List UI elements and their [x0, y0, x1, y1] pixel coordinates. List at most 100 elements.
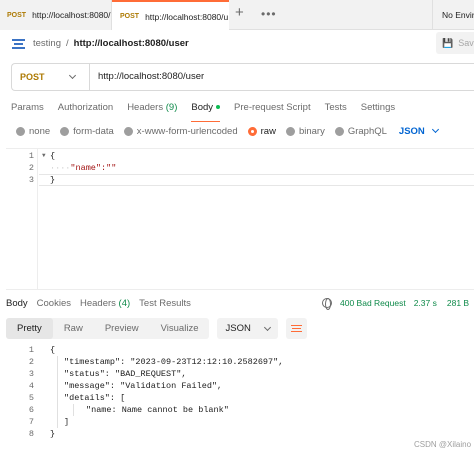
- radio-label: none: [29, 125, 51, 137]
- line-number: 6: [28, 405, 34, 415]
- code-line: "timestamp": "2023-09-23T12:12:10.258269…: [64, 357, 284, 367]
- radio-form-data[interactable]: form-data: [60, 126, 114, 137]
- method-selector[interactable]: POST: [12, 64, 90, 90]
- line-number: 3: [28, 175, 34, 185]
- url-input[interactable]: [98, 64, 458, 90]
- tab-headers[interactable]: Headers (9): [127, 96, 177, 118]
- response-tabs: Body Cookies Headers (4) Test Results: [6, 296, 200, 310]
- line-number-gutter: 1 2 3 4 5 6 7 8: [6, 344, 38, 439]
- pane-divider[interactable]: [6, 289, 474, 290]
- response-tab-headers-count: (4): [118, 297, 131, 309]
- view-pretty[interactable]: Pretty: [6, 318, 53, 339]
- globe-icon[interactable]: [322, 298, 332, 310]
- response-tab-test-results[interactable]: Test Results: [139, 298, 191, 309]
- response-body-viewer[interactable]: 1 2 3 4 5 6 7 8 { "timestamp": "2023-09-…: [6, 344, 474, 439]
- response-meta: 400 Bad Request 2.37 s 281 B: [322, 296, 469, 310]
- tab-tests[interactable]: Tests: [325, 96, 347, 118]
- radio-icon: [334, 126, 344, 136]
- response-format-label: JSON: [225, 323, 251, 334]
- body-format-label: JSON: [398, 125, 425, 137]
- tab-authorization[interactable]: Authorization: [58, 96, 113, 118]
- chevron-down-icon: [68, 71, 77, 80]
- request-body-editor[interactable]: 1 2 3 ▼ { ····"name":"" }: [6, 148, 474, 289]
- code-line: "details": [: [64, 393, 126, 403]
- line-number: 2: [28, 357, 34, 367]
- tab-settings[interactable]: Settings: [361, 96, 395, 118]
- tab-url-label: http://localhost:8080/u: [145, 11, 229, 22]
- watermark: CSDN @Xilaino: [414, 440, 472, 449]
- code-line: {: [50, 151, 56, 161]
- chevron-down-icon: [263, 323, 271, 331]
- view-raw[interactable]: Raw: [53, 318, 94, 339]
- method-label: POST: [20, 72, 45, 82]
- radio-binary[interactable]: binary: [285, 125, 325, 137]
- code-line: ]: [64, 417, 70, 427]
- code-line: }: [50, 429, 56, 439]
- body-format-selector[interactable]: JSON: [398, 125, 439, 137]
- code-line: "name: Name cannot be blank": [86, 405, 229, 415]
- line-number: 3: [28, 369, 34, 379]
- tab-pre-request-script[interactable]: Pre-request Script: [234, 96, 311, 118]
- current-line-highlight: [39, 174, 474, 186]
- line-number: 1: [28, 151, 34, 161]
- fold-arrow-icon[interactable]: ▼: [42, 152, 46, 159]
- url-bar: POST: [11, 63, 474, 91]
- tab-body[interactable]: Body: [191, 96, 221, 122]
- breadcrumb: testing / http://localhost:8080/user: [12, 35, 189, 51]
- view-preview[interactable]: Preview: [94, 318, 150, 339]
- environment-selector[interactable]: No Enviro: [432, 0, 474, 30]
- breadcrumb-collection[interactable]: testing: [33, 38, 61, 49]
- radio-icon: [247, 126, 257, 136]
- code-line: "status": "BAD_REQUEST",: [64, 369, 187, 379]
- response-size[interactable]: 281 B: [447, 298, 469, 308]
- chevron-down-icon: [431, 125, 439, 134]
- radio-graphql[interactable]: GraphQL: [334, 125, 387, 137]
- response-toolbar: Pretty Raw Preview Visualize JSON: [6, 318, 307, 339]
- line-number: 7: [28, 417, 34, 427]
- line-number-gutter: 1 2 3: [6, 149, 38, 289]
- radio-label: x-www-form-urlencoded: [136, 125, 238, 137]
- view-mode-segmented: Pretty Raw Preview Visualize: [6, 318, 210, 339]
- code-text: "name":"": [70, 163, 117, 173]
- radio-none[interactable]: none: [16, 126, 50, 137]
- wrap-lines-icon[interactable]: [285, 318, 307, 339]
- tab-params[interactable]: Params: [11, 96, 44, 118]
- request-tab[interactable]: POST http://localhost:8080/u: [0, 0, 112, 30]
- body-indicator-dot: [216, 105, 221, 109]
- http-request-icon: [12, 38, 25, 49]
- response-tab-headers-label: Headers: [79, 297, 116, 309]
- radio-icon: [60, 126, 70, 136]
- view-visualize[interactable]: Visualize: [150, 318, 210, 339]
- radio-icon: [123, 126, 133, 136]
- breadcrumb-separator: /: [66, 37, 69, 49]
- response-tab-cookies[interactable]: Cookies: [37, 298, 71, 309]
- tab-method-label: POST: [120, 13, 140, 20]
- line-number: 2: [28, 163, 34, 173]
- response-format-selector[interactable]: JSON: [217, 318, 278, 339]
- radio-label: binary: [298, 125, 325, 137]
- breadcrumb-request[interactable]: http://localhost:8080/user: [74, 38, 189, 49]
- response-time[interactable]: 2.37 s: [414, 298, 437, 308]
- body-type-radios: none form-data x-www-form-urlencoded raw…: [16, 123, 439, 139]
- code-line: "message": "Validation Failed",: [64, 381, 223, 391]
- code-line: ····"name":"": [50, 162, 116, 174]
- save-label: Sav: [458, 38, 474, 48]
- line-number: 1: [28, 345, 34, 355]
- save-button[interactable]: 💾 Sav: [436, 32, 474, 54]
- radio-x-www-form-urlencoded[interactable]: x-www-form-urlencoded: [123, 125, 238, 137]
- code-line: {: [50, 345, 56, 355]
- status-code[interactable]: 400 Bad Request: [340, 298, 406, 308]
- line-number: 8: [28, 429, 34, 439]
- tab-body-label: Body: [191, 101, 214, 113]
- radio-raw[interactable]: raw: [247, 125, 276, 137]
- request-tab-active[interactable]: POST http://localhost:8080/u: [112, 0, 229, 31]
- radio-icon: [285, 126, 295, 136]
- new-tab-icon[interactable]: +: [235, 4, 244, 21]
- more-tabs-icon[interactable]: •••: [261, 7, 277, 21]
- response-tab-body[interactable]: Body: [6, 298, 28, 309]
- save-icon: 💾: [442, 37, 454, 48]
- radio-label: form-data: [73, 125, 114, 137]
- response-tab-headers[interactable]: Headers (4): [80, 298, 130, 309]
- radio-label: raw: [260, 125, 276, 137]
- radio-label: GraphQL: [347, 125, 387, 137]
